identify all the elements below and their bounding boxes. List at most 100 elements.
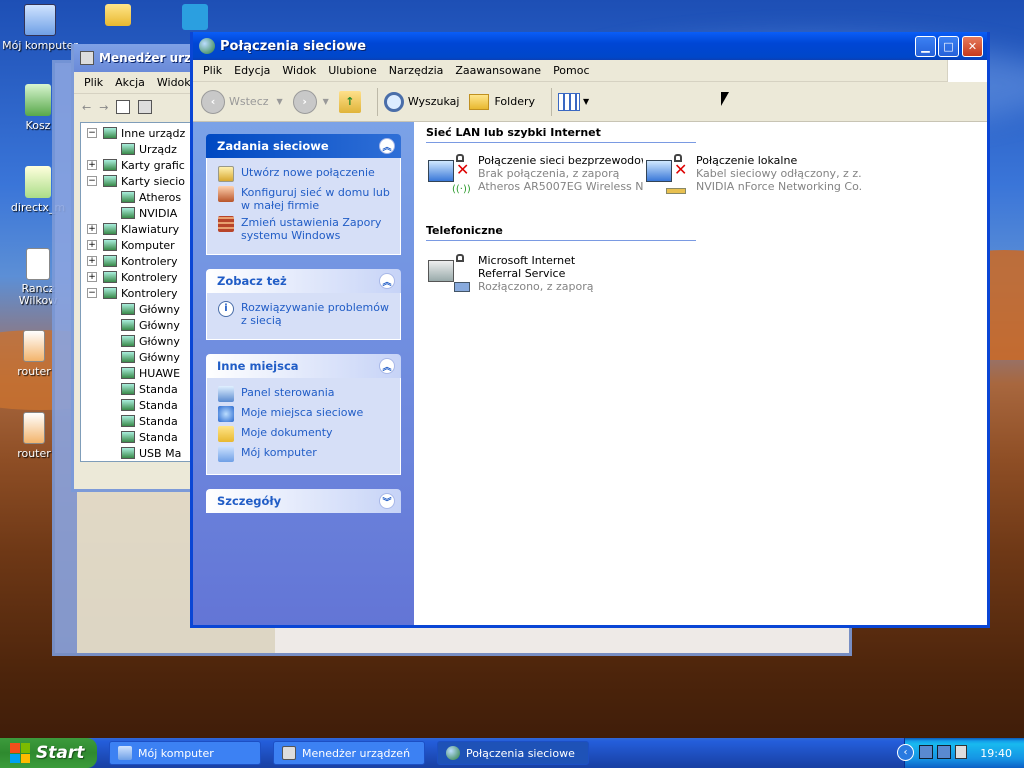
views-button[interactable]: ▼: [558, 92, 589, 111]
device-tree-label: Standa: [139, 398, 178, 412]
back-arrow-icon[interactable]: ←: [82, 101, 91, 114]
menu-file[interactable]: Plik: [197, 64, 228, 77]
taskbar-item-my-computer[interactable]: Mój komputer: [109, 741, 261, 765]
forward-button[interactable]: › ▼: [292, 89, 329, 114]
menu-help[interactable]: Pomoc: [547, 64, 595, 77]
place-my-documents[interactable]: Moje dokumenty: [218, 426, 392, 442]
desktop-icon-my-computer[interactable]: Mój komputer: [0, 4, 80, 52]
device-tree-label: Główny: [139, 334, 180, 348]
search-button[interactable]: Wyszukaj: [383, 91, 459, 112]
maximize-button[interactable]: □: [938, 36, 959, 57]
tray-expand-icon[interactable]: ‹: [897, 744, 914, 761]
menubar: Plik Edycja Widok Ulubione Narzędzia Zaa…: [193, 60, 987, 82]
collapse-chevron-icon[interactable]: ︽: [379, 273, 395, 289]
network-tasks-title: Zadania sieciowe: [217, 139, 329, 153]
properties-icon[interactable]: [138, 100, 153, 114]
connection-name: Połączenie lokalne: [696, 154, 798, 167]
place-my-network[interactable]: Moje miejsca sieciowe: [218, 406, 392, 422]
see-also-box: Zobacz też ︽ i Rozwiązywanie problemów z…: [206, 269, 401, 340]
menu-edit[interactable]: Edycja: [228, 64, 276, 77]
device-icon: [121, 303, 135, 315]
group-header-dialup: Telefoniczne: [426, 224, 696, 241]
expand-icon[interactable]: +: [87, 160, 97, 170]
task-home-network[interactable]: Konfiguruj sieć w domu lub w małej firmi…: [218, 186, 392, 212]
menu-advanced[interactable]: Zaawansowane: [449, 64, 547, 77]
place-my-computer[interactable]: Mój komputer: [218, 446, 392, 462]
taskbar: Start Mój komputer Menedżer urządzeń Poł…: [0, 738, 1024, 768]
expand-chevron-icon[interactable]: ︾: [379, 493, 395, 509]
network-globe-icon: [446, 746, 460, 760]
desktop-icon-folder[interactable]: [78, 4, 158, 29]
collapse-chevron-icon[interactable]: ︽: [379, 138, 395, 154]
device-tree-label: Kontrolery: [121, 270, 178, 284]
collapse-icon[interactable]: −: [87, 176, 97, 186]
task-pane: Zadania sieciowe ︽ Utwórz nowe połączeni…: [193, 122, 414, 625]
menu-favorites[interactable]: Ulubione: [322, 64, 383, 77]
place-control-panel[interactable]: Panel sterowania: [218, 386, 392, 402]
network-connections-titlebar[interactable]: Połączenia sieciowe ▁ □ ✕: [193, 32, 987, 60]
desktop-icon-label: Mój komputer: [2, 39, 78, 52]
expand-icon[interactable]: +: [87, 224, 97, 234]
taskbar-item-device-manager[interactable]: Menedżer urządzeń: [273, 741, 425, 765]
local-connection-icon: ✕: [644, 154, 696, 200]
connection-status: Brak połączenia, z zaporą: [478, 167, 620, 180]
connection-wireless[interactable]: ✕ ((·)) Połączenie sieci bezprzewodowej …: [426, 154, 643, 200]
toolbar-separator: [551, 87, 552, 116]
toolbar: ‹ Wstecz ▼ › ▼ ↑ Wyszukaj Foldery ▼: [193, 82, 987, 122]
device-tree-label: Inne urządz: [121, 126, 186, 140]
connection-device: Atheros AR5007EG Wireless N...: [478, 180, 643, 193]
device-icon: [121, 447, 135, 459]
close-button[interactable]: ✕: [962, 36, 983, 57]
task-firewall-settings[interactable]: Zmień ustawienia Zapory systemu Windows: [218, 216, 392, 242]
device-icon: [103, 159, 117, 171]
network-disconnected-icon[interactable]: [919, 745, 933, 759]
download-icon: [182, 4, 208, 30]
dm-menu-file[interactable]: Plik: [78, 76, 109, 89]
volume-icon[interactable]: [955, 745, 967, 759]
taskbar-item-label: Mój komputer: [138, 746, 214, 760]
folders-button[interactable]: Foldery: [469, 93, 535, 110]
toolbar-separator: [376, 87, 378, 116]
expand-icon[interactable]: +: [87, 272, 97, 282]
see-also-header[interactable]: Zobacz też ︽: [206, 269, 401, 293]
device-tree-label: Standa: [139, 382, 178, 396]
desktop-icon-download[interactable]: [155, 4, 235, 33]
tree-view-icon[interactable]: [116, 100, 131, 114]
start-button[interactable]: Start: [0, 738, 97, 768]
task-label: Moje dokumenty: [241, 426, 333, 439]
forward-arrow-icon[interactable]: →: [99, 101, 108, 114]
device-icon: [103, 271, 117, 283]
menu-tools[interactable]: Narzędzia: [383, 64, 450, 77]
device-manager-icon: [282, 746, 296, 760]
expand-icon[interactable]: +: [87, 256, 97, 266]
device-icon: [121, 319, 135, 331]
other-places-header[interactable]: Inne miejsca ︽: [206, 354, 401, 378]
search-icon: [383, 91, 404, 112]
new-connection-icon: [218, 166, 234, 182]
task-troubleshoot[interactable]: i Rozwiązywanie problemów z siecią: [218, 301, 392, 327]
connection-local[interactable]: ✕ Połączenie lokalne Kabel sieciowy odłą…: [644, 154, 861, 200]
details-header[interactable]: Szczegóły ︾: [206, 489, 401, 513]
info-icon: i: [218, 301, 234, 317]
device-manager-title: Menedżer urzą: [99, 51, 200, 65]
up-folder-button[interactable]: ↑: [338, 90, 361, 113]
start-label: Start: [36, 743, 85, 763]
network-disconnected-icon[interactable]: [937, 745, 951, 759]
other-places-box: Inne miejsca ︽ Panel sterowania Moje mie…: [206, 354, 401, 475]
menu-view[interactable]: Widok: [276, 64, 322, 77]
device-tree-label: Klawiatury: [121, 222, 180, 236]
collapse-chevron-icon[interactable]: ︽: [379, 358, 395, 374]
back-button[interactable]: ‹ Wstecz ▼: [201, 89, 283, 114]
expand-icon[interactable]: +: [87, 240, 97, 250]
dropdown-arrow-icon: ▼: [276, 97, 283, 106]
collapse-icon[interactable]: −: [87, 128, 97, 138]
taskbar-item-network-connections[interactable]: Połączenia sieciowe: [437, 741, 589, 765]
minimize-button[interactable]: ▁: [915, 36, 936, 57]
collapse-icon[interactable]: −: [87, 288, 97, 298]
network-tasks-header[interactable]: Zadania sieciowe ︽: [206, 134, 401, 158]
task-create-connection[interactable]: Utwórz nowe połączenie: [218, 166, 392, 182]
connection-referral-service[interactable]: Microsoft Internet Referral Service Rozł…: [426, 254, 641, 300]
dm-menu-action[interactable]: Akcja: [109, 76, 151, 89]
